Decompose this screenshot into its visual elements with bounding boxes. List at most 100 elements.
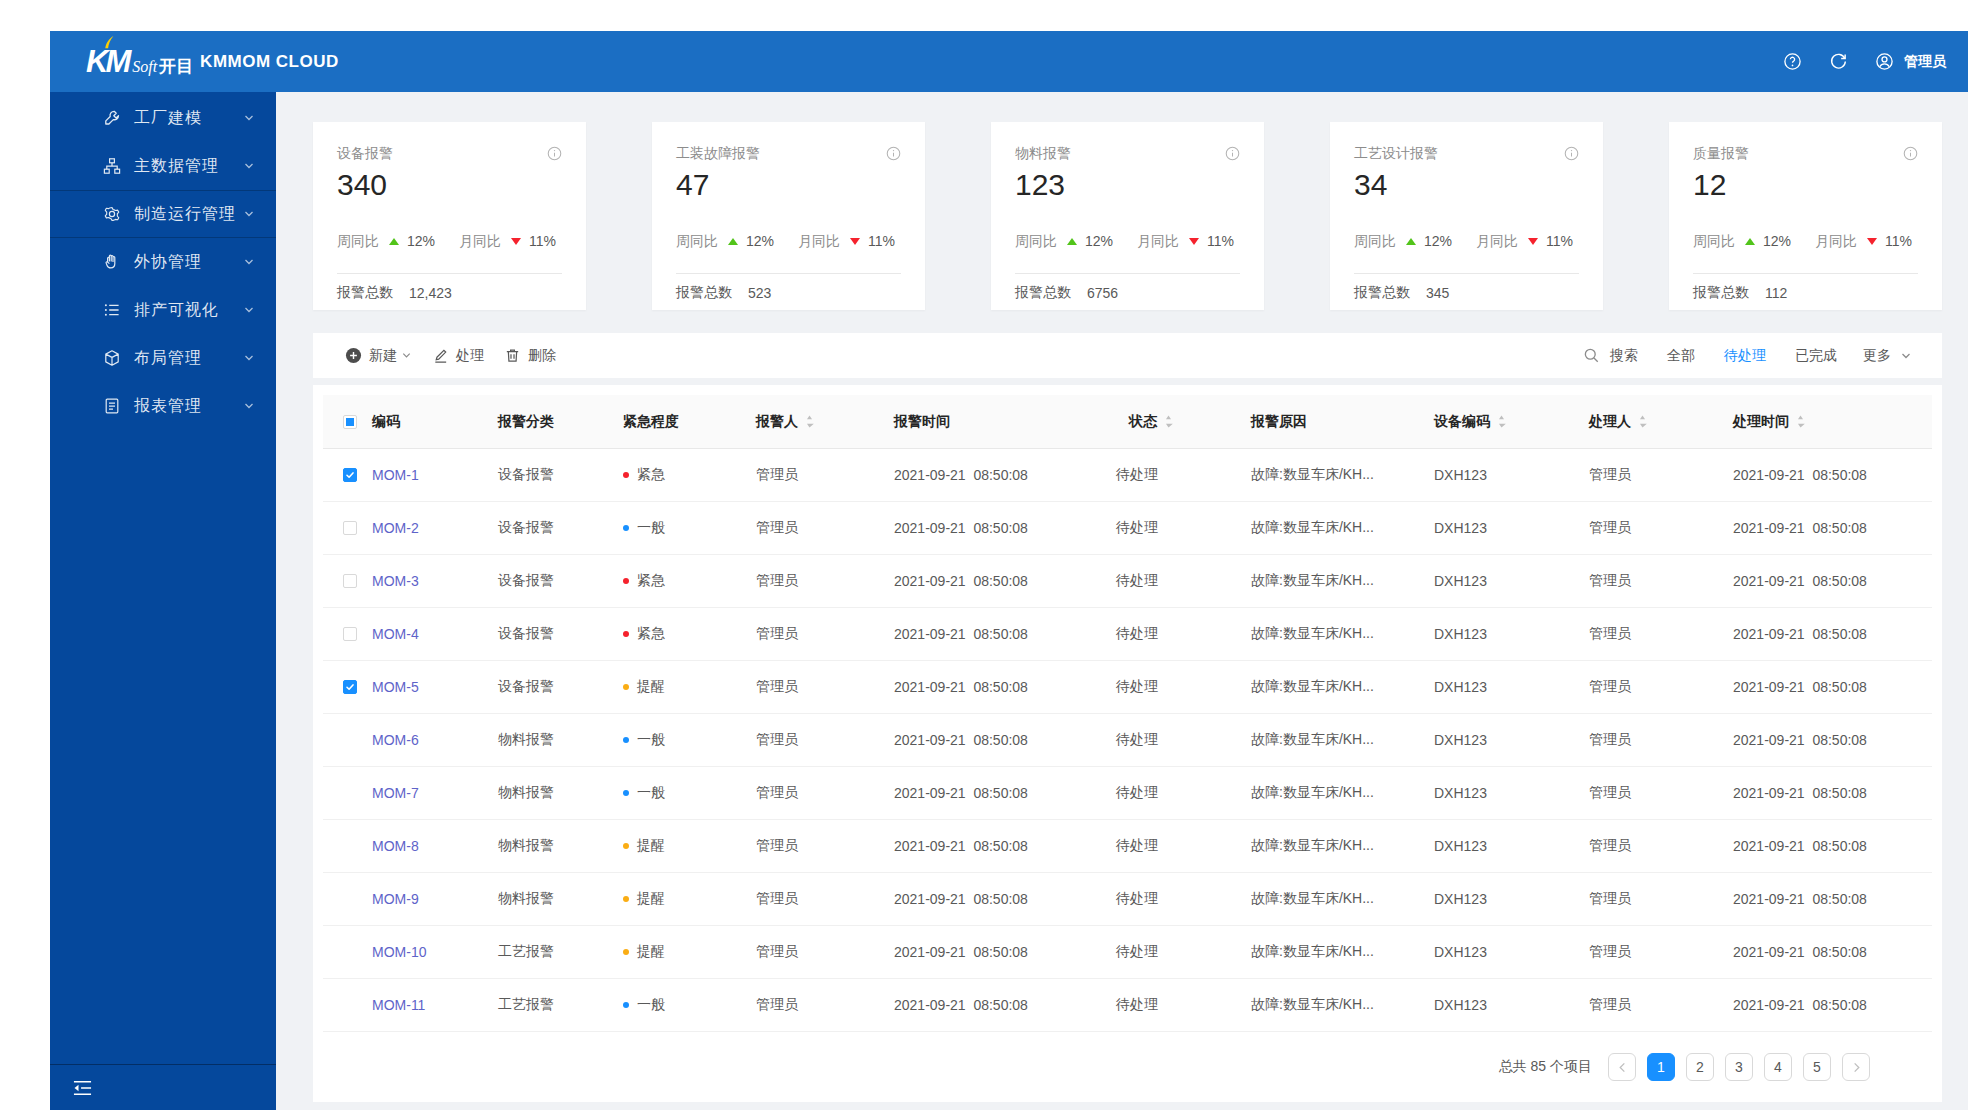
help-icon[interactable]	[1783, 52, 1802, 71]
alarm-report-time: 2021-09-21 08:50:08	[894, 679, 1116, 695]
sidebar-item[interactable]: 排产可视化	[50, 286, 276, 334]
alarm-code-link[interactable]: MOM-4	[372, 626, 419, 642]
sidebar-item-label: 排产可视化	[134, 300, 243, 321]
filter-tab[interactable]: 全部	[1667, 347, 1695, 365]
row-checkbox[interactable]	[343, 627, 357, 641]
row-checkbox[interactable]	[343, 468, 357, 482]
alarm-category: 工艺报警	[498, 996, 623, 1014]
alarm-code-link[interactable]: MOM-1	[372, 467, 419, 483]
prev-page-button[interactable]	[1608, 1053, 1636, 1081]
alarm-handle-time: 2021-09-21 08:50:08	[1733, 785, 1932, 801]
month-trend-label: 月同比	[459, 231, 501, 251]
sidebar-item[interactable]: 主数据管理	[50, 142, 276, 190]
card-value: 12	[1693, 170, 1918, 200]
next-page-button[interactable]	[1842, 1053, 1870, 1081]
process-button[interactable]: 处理	[432, 347, 484, 365]
more-button[interactable]: 更多	[1863, 347, 1912, 365]
alarm-handle-time: 2021-09-21 08:50:08	[1733, 467, 1932, 483]
app-window: KM Soft 开目 KMMOM CLOUD 管理员 工厂建模主数据管理制造运行…	[50, 31, 1968, 1110]
alarm-device-code: DXH123	[1434, 891, 1589, 907]
column-header[interactable]: 处理人	[1589, 413, 1733, 431]
sidebar-item-label: 制造运行管理	[134, 204, 243, 225]
table-row: MOM-11工艺报警一般管理员2021-09-21 08:50:08待处理故障:…	[323, 979, 1932, 1032]
alarm-code-link[interactable]: MOM-3	[372, 573, 419, 589]
info-icon[interactable]	[1225, 146, 1240, 161]
stat-card: 设备报警340周同比12%月同比11%报警总数12,423	[313, 122, 586, 310]
delete-button[interactable]: 删除	[504, 347, 556, 365]
sort-icon[interactable]	[1638, 414, 1647, 429]
sort-icon[interactable]	[1497, 414, 1506, 429]
alarm-reason: 故障:数显车床/KH...	[1251, 943, 1434, 961]
page-button[interactable]: 5	[1803, 1053, 1831, 1081]
user-icon[interactable]	[1875, 52, 1894, 71]
card-value: 340	[337, 170, 562, 200]
page-button[interactable]: 1	[1647, 1053, 1675, 1081]
search-label[interactable]: 搜索	[1610, 347, 1638, 365]
row-checkbox[interactable]	[343, 680, 357, 694]
column-header[interactable]: 报警人	[756, 413, 894, 431]
sort-icon[interactable]	[1164, 414, 1173, 429]
new-button[interactable]: 新建	[345, 347, 412, 365]
current-user[interactable]: 管理员	[1904, 53, 1946, 71]
sidebar-item[interactable]: 布局管理	[50, 334, 276, 382]
sort-icon[interactable]	[805, 414, 814, 429]
page-button[interactable]: 2	[1686, 1053, 1714, 1081]
refresh-icon[interactable]	[1829, 52, 1848, 71]
week-trend-label: 周同比	[337, 231, 379, 251]
row-checkbox[interactable]	[343, 574, 357, 588]
alarm-handler: 管理员	[1589, 784, 1733, 802]
urgency-dot	[623, 631, 629, 637]
plus-circle-icon	[345, 347, 362, 364]
alarm-code-link[interactable]: MOM-8	[372, 838, 419, 854]
info-icon[interactable]	[1903, 146, 1918, 161]
month-trend-label: 月同比	[1137, 231, 1179, 251]
alarm-reporter: 管理员	[756, 572, 894, 590]
search-icon[interactable]	[1583, 347, 1600, 364]
alarm-code-link[interactable]: MOM-5	[372, 679, 419, 695]
stat-card: 质量报警12周同比12%月同比11%报警总数112	[1669, 122, 1942, 310]
collapse-sidebar-icon[interactable]	[73, 1080, 92, 1096]
trend-down-icon	[1867, 238, 1877, 245]
alarm-reason: 故障:数显车床/KH...	[1251, 625, 1434, 643]
logo-spark-icon	[102, 35, 115, 50]
filter-tab[interactable]: 已完成	[1795, 347, 1837, 365]
alarm-device-code: DXH123	[1434, 626, 1589, 642]
alarm-handler: 管理员	[1589, 572, 1733, 590]
sidebar-item[interactable]: 工厂建模	[50, 94, 276, 142]
trend-up-icon	[1067, 238, 1077, 245]
info-icon[interactable]	[1564, 146, 1579, 161]
alarm-code-link[interactable]: MOM-6	[372, 732, 419, 748]
select-all-checkbox[interactable]	[343, 415, 357, 429]
alarm-code-link[interactable]: MOM-7	[372, 785, 419, 801]
sidebar-item[interactable]: 报表管理	[50, 382, 276, 430]
sidebar-item[interactable]: 制造运行管理	[50, 190, 276, 238]
page-button[interactable]: 4	[1764, 1053, 1792, 1081]
column-header[interactable]: 设备编码	[1434, 413, 1589, 431]
sidebar-item[interactable]: 外协管理	[50, 238, 276, 286]
alarm-code-link[interactable]: MOM-10	[372, 944, 426, 960]
sidebar-nav: 工厂建模主数据管理制造运行管理外协管理排产可视化布局管理报表管理	[50, 92, 276, 1064]
page-button[interactable]: 3	[1725, 1053, 1753, 1081]
column-header[interactable]: 状态	[1116, 413, 1251, 431]
trend-down-icon	[511, 238, 521, 245]
alarm-code-link[interactable]: MOM-2	[372, 520, 419, 536]
alarm-code-link[interactable]: MOM-11	[372, 997, 425, 1013]
sidebar-item-label: 工厂建模	[134, 108, 243, 129]
total-value: 112	[1765, 285, 1787, 301]
info-icon[interactable]	[886, 146, 901, 161]
filter-tab[interactable]: 待处理	[1724, 347, 1766, 365]
alarm-device-code: DXH123	[1434, 573, 1589, 589]
row-checkbox[interactable]	[343, 521, 357, 535]
alarm-status: 待处理	[1116, 466, 1251, 484]
alarm-code-link[interactable]: MOM-9	[372, 891, 419, 907]
urgency-dot	[623, 790, 629, 796]
alarm-reporter: 管理员	[756, 943, 894, 961]
info-icon[interactable]	[547, 146, 562, 161]
sort-icon[interactable]	[1796, 414, 1805, 429]
alarm-report-time: 2021-09-21 08:50:08	[894, 732, 1116, 748]
column-header[interactable]: 处理时间	[1733, 413, 1932, 431]
chevron-down-icon	[401, 350, 412, 361]
month-trend-value: 11%	[1207, 231, 1234, 251]
alarm-handle-time: 2021-09-21 08:50:08	[1733, 944, 1932, 960]
week-trend-value: 12%	[1763, 231, 1791, 251]
